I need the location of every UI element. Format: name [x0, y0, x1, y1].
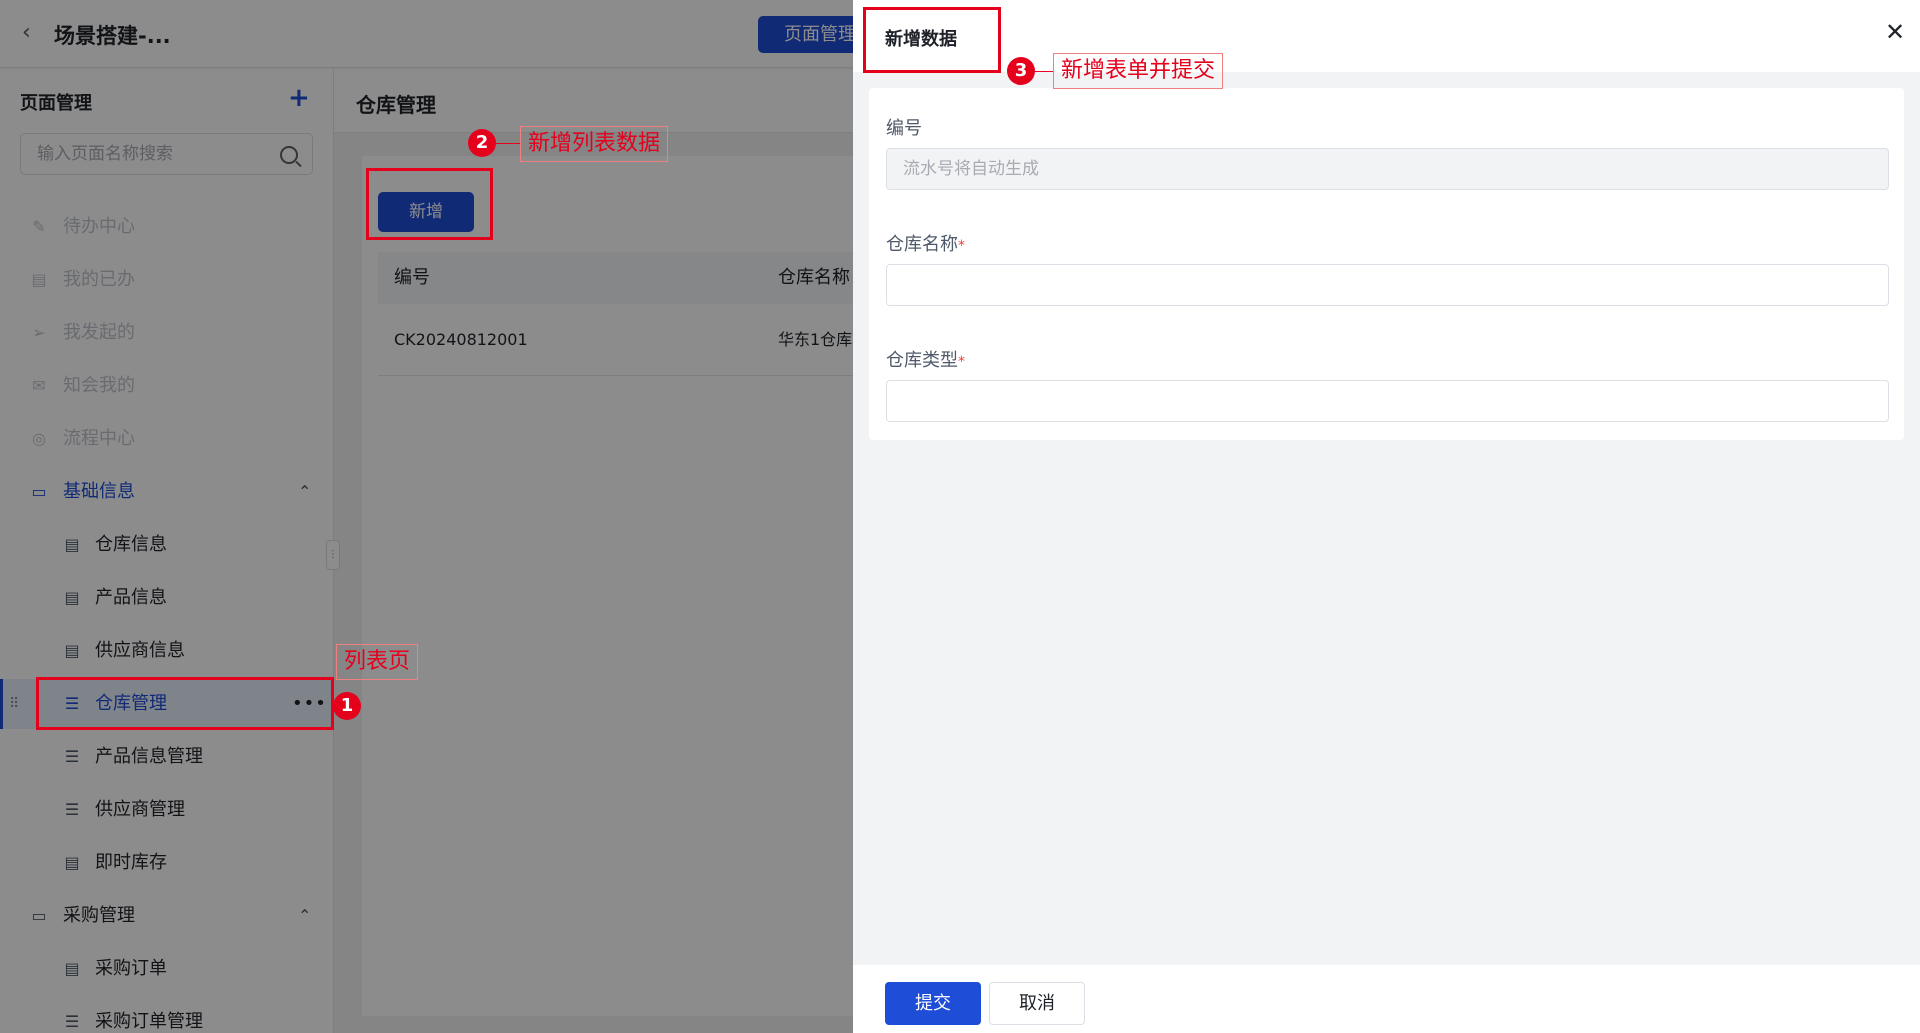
- annotation-connector: [496, 143, 520, 144]
- drawer-footer: 提交 取消: [853, 965, 1920, 1033]
- annotation-connector: [1035, 71, 1053, 72]
- highlight-warehouse-manage: [36, 677, 334, 730]
- required-mark: *: [958, 354, 965, 370]
- field-label-warehouse-name: 仓库名称*: [886, 234, 965, 255]
- annotation-list-page: 列表页: [336, 644, 419, 680]
- field-input-warehouse-type[interactable]: [886, 380, 1889, 422]
- submit-button[interactable]: 提交: [885, 982, 981, 1025]
- step-badge-1: 1: [333, 692, 361, 720]
- step-badge-2: 2: [468, 129, 496, 157]
- form-card: 编号 流水号将自动生成 仓库名称* 仓库类型*: [869, 88, 1904, 440]
- add-data-drawer: 新增数据 ✕ 编号 流水号将自动生成 仓库名称* 仓库类型* 提交 取消: [853, 0, 1920, 1033]
- required-mark: *: [958, 238, 965, 254]
- field-input-id: 流水号将自动生成: [886, 148, 1889, 190]
- step-badge-3: 3: [1007, 57, 1035, 85]
- annotation-add-list-data: 新增列表数据: [520, 126, 669, 162]
- cancel-button[interactable]: 取消: [989, 982, 1085, 1025]
- field-label-warehouse-type: 仓库类型*: [886, 350, 965, 371]
- field-input-warehouse-name[interactable]: [886, 264, 1889, 306]
- annotation-add-form-submit: 新增表单并提交: [1053, 53, 1224, 89]
- highlight-drawer-title: [863, 7, 1001, 73]
- field-label-id: 编号: [886, 118, 922, 139]
- highlight-add-button: [366, 168, 493, 240]
- close-icon[interactable]: ✕: [1885, 18, 1905, 46]
